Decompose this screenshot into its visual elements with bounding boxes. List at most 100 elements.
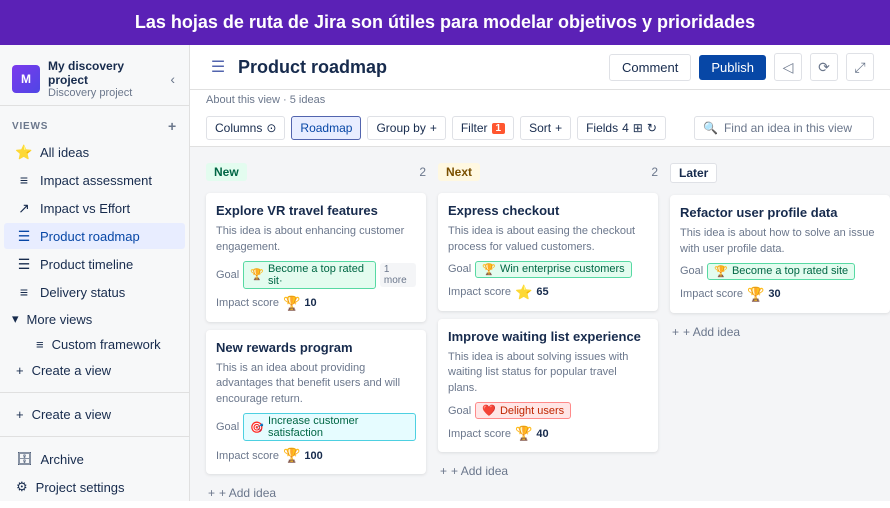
- plus-icon: +: [16, 363, 24, 378]
- card-new-rewards: New rewards program This is an idea abou…: [206, 330, 426, 474]
- sidebar-item-product-timeline[interactable]: ☰ Product timeline: [4, 251, 185, 277]
- archive-icon: 🗄: [16, 451, 33, 467]
- column-later: Later Refactor user profile data This id…: [670, 159, 890, 489]
- chevron-down-icon: ▾: [12, 311, 19, 327]
- columns-label: Columns: [215, 121, 262, 135]
- impact-score: 10: [304, 297, 316, 309]
- add-idea-later[interactable]: + + Add idea: [670, 321, 890, 343]
- card-desc: This idea is about easing the checkout p…: [448, 224, 648, 255]
- sidebar-item-all-ideas[interactable]: ⭐ All ideas: [4, 139, 185, 165]
- goal-text: Become a top rated site: [732, 265, 848, 277]
- custom-framework-icon: ≡: [36, 337, 44, 352]
- card-title: New rewards program: [216, 340, 416, 355]
- create-view-label: Create a view: [32, 363, 111, 378]
- column-new: New 2 Explore VR travel features This id…: [206, 159, 426, 489]
- goal-text: Increase customer satisfaction: [268, 415, 409, 439]
- impact-score: 65: [536, 286, 548, 298]
- custom-framework-label: Custom framework: [52, 337, 161, 352]
- project-icon: M: [12, 65, 40, 93]
- sidebar-item-impact-vs-effort[interactable]: ↗ Impact vs Effort: [4, 195, 185, 221]
- roadmap-view-button[interactable]: Roadmap: [291, 116, 361, 140]
- sidebar-item-delivery-status[interactable]: ≡ Delivery status: [4, 279, 185, 305]
- sidebar-collapse-button[interactable]: ‹: [168, 69, 177, 89]
- add-view-button[interactable]: +: [168, 118, 177, 134]
- search-field[interactable]: 🔍 Find an idea in this view: [694, 116, 874, 140]
- goal-icon: 🏆: [714, 265, 728, 278]
- refresh-icon: ↻: [647, 121, 657, 135]
- goal-text: Win enterprise customers: [500, 263, 625, 275]
- goal-more: 1 more: [380, 263, 416, 287]
- columns-button[interactable]: Columns ⊙: [206, 116, 285, 140]
- banner: Las hojas de ruta de Jira son útiles par…: [0, 0, 890, 45]
- filter-button[interactable]: Filter 1: [452, 116, 514, 140]
- group-by-label: Group by: [376, 121, 425, 135]
- project-settings-label: Project settings: [36, 480, 125, 495]
- publish-button[interactable]: Publish: [699, 55, 766, 80]
- card-desc: This idea is about solving issues with w…: [448, 350, 648, 396]
- main-header: ☰ Product roadmap Comment Publish ◁ ⟳ ⤢: [190, 45, 890, 90]
- card-title: Explore VR travel features: [216, 203, 416, 218]
- sidebar-item-impact-assessment[interactable]: ≡ Impact assessment: [4, 167, 185, 193]
- impact-score: 100: [304, 450, 322, 462]
- view-meta-text: About this view · 5 ideas: [206, 94, 325, 106]
- fields-label: Fields: [586, 121, 618, 135]
- sidebar-item-label: Product timeline: [40, 257, 173, 272]
- add-idea-new[interactable]: + + Add idea: [206, 482, 426, 501]
- sidebar-create-view-2[interactable]: + Create a view: [4, 402, 185, 427]
- sidebar-item-label: Impact assessment: [40, 173, 173, 188]
- fields-button[interactable]: Fields 4 ⊞ ↻: [577, 116, 666, 140]
- goal-icon: 🎯: [250, 421, 264, 434]
- roadmap-title-icon: ☰: [206, 55, 230, 79]
- card-title: Refactor user profile data: [680, 205, 880, 220]
- column-later-header: Later: [670, 159, 890, 187]
- card-title: Express checkout: [448, 203, 648, 218]
- page-title-area: ☰ Product roadmap: [206, 55, 601, 79]
- sort-plus: +: [555, 121, 562, 135]
- all-ideas-icon: ⭐: [16, 144, 32, 160]
- card-goal-row: Goal 🏆 Win enterprise customers: [448, 261, 648, 278]
- impact-label: Impact score: [448, 286, 511, 298]
- sidebar-archive[interactable]: 🗄 Archive: [4, 446, 185, 472]
- impact-row: Impact score 🏆 40: [448, 425, 648, 442]
- sidebar-create-view-button[interactable]: + Create a view: [4, 358, 185, 383]
- create-view-2-label: Create a view: [32, 407, 111, 422]
- impact-row: Impact score ⭐ 65: [448, 284, 648, 301]
- impact-row: Impact score 🏆 30: [680, 286, 880, 303]
- impact-emoji: 🏆: [283, 295, 300, 312]
- search-placeholder: Find an idea in this view: [724, 121, 852, 135]
- add-idea-next[interactable]: + + Add idea: [438, 460, 658, 482]
- fields-icon: ⊞: [633, 121, 643, 135]
- sidebar-more-views[interactable]: ▾ More views: [0, 306, 189, 332]
- card-desc: This idea is about how to solve an issue…: [680, 226, 880, 257]
- sidebar-sub-item-custom-framework[interactable]: ≡ Custom framework: [0, 332, 189, 357]
- settings-icon: ⚙: [16, 479, 28, 495]
- column-new-label: New: [206, 163, 247, 181]
- plus-icon-2: +: [16, 407, 24, 422]
- column-next: Next 2 Express checkout This idea is abo…: [438, 159, 658, 489]
- sort-button[interactable]: Sort +: [520, 116, 571, 140]
- archive-label: Archive: [41, 452, 84, 467]
- header-actions: Comment Publish ◁ ⟳ ⤢: [609, 53, 874, 81]
- goal-tag: ❤️ Delight users: [475, 402, 571, 419]
- group-by-button[interactable]: Group by +: [367, 116, 445, 140]
- card-waiting-list: Improve waiting list experience This ide…: [438, 319, 658, 452]
- sidebar-project[interactable]: M My discovery project Discovery project…: [0, 53, 189, 106]
- view-meta-bar: About this view · 5 ideas: [190, 90, 890, 110]
- impact-emoji: 🏆: [747, 286, 764, 303]
- impact-score: 30: [768, 288, 780, 300]
- sidebar-item-label: Impact vs Effort: [40, 201, 173, 216]
- search-icon: 🔍: [703, 121, 718, 135]
- sidebar-item-label: Delivery status: [40, 285, 173, 300]
- impact-label: Impact score: [448, 428, 511, 440]
- sidebar-project-settings[interactable]: ⚙ Project settings: [4, 474, 185, 500]
- expand-button[interactable]: ⤢: [846, 53, 874, 81]
- impact-emoji: 🏆: [283, 447, 300, 464]
- board: New 2 Explore VR travel features This id…: [190, 147, 890, 501]
- share-button[interactable]: ◁: [774, 53, 802, 81]
- sidebar-item-product-roadmap[interactable]: ☰ Product roadmap: [4, 223, 185, 249]
- comment-button[interactable]: Comment: [609, 54, 691, 81]
- goal-text: Become a top rated sit·: [268, 263, 369, 287]
- refresh-button[interactable]: ⟳: [810, 53, 838, 81]
- card-desc: This is an idea about providing advantag…: [216, 361, 416, 407]
- goal-icon: 🏆: [250, 268, 264, 281]
